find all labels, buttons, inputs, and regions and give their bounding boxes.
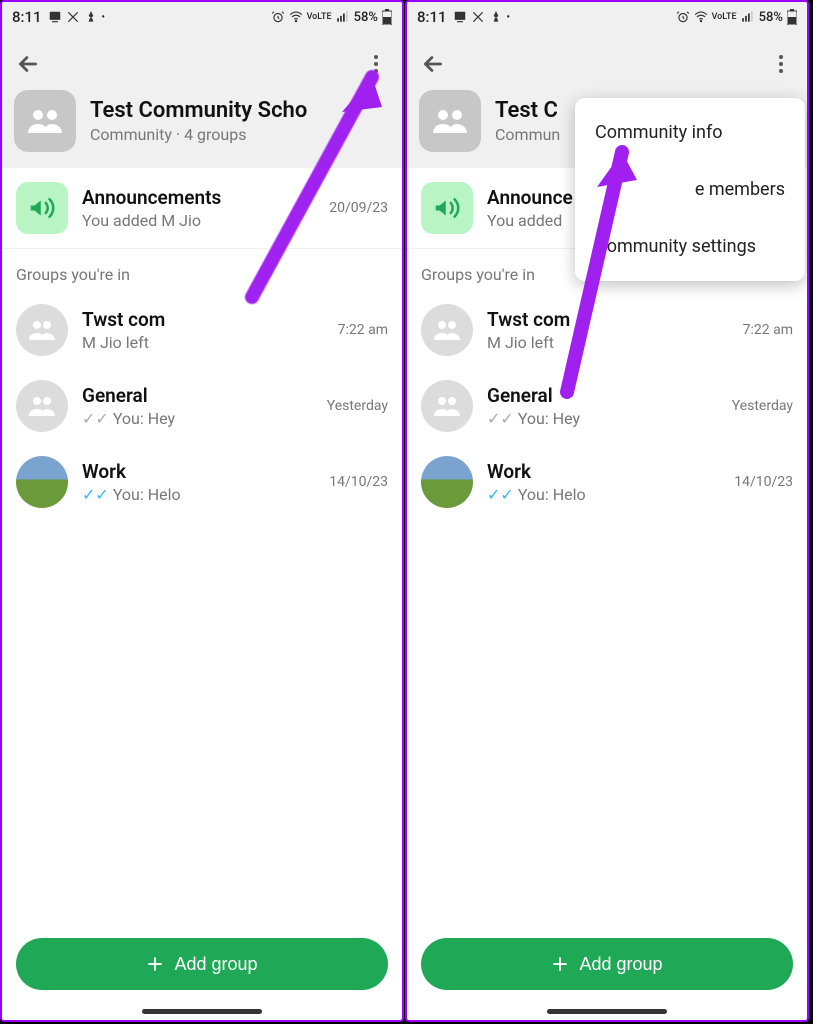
options-dropdown: Community info e members Community setti…: [575, 98, 805, 281]
announcements-row[interactable]: Announcements You added M Jio 20/09/23: [2, 168, 402, 249]
check-gray-icon: ✓✓: [82, 409, 109, 428]
group-name: Work: [487, 460, 734, 483]
home-indicator[interactable]: [142, 1009, 262, 1014]
announcements-date: 20/09/23: [329, 200, 388, 216]
group-sub: M Jio left: [487, 333, 743, 352]
statusbar: 8:11 • VoLTE 58%: [2, 2, 402, 32]
group-name: General: [487, 384, 732, 407]
add-group-button[interactable]: Add group: [16, 938, 388, 990]
group-row-work[interactable]: Work ✓✓You: Helo 14/10/23: [2, 444, 402, 520]
more-options-button[interactable]: [362, 50, 390, 78]
wifi-icon: [289, 10, 303, 24]
menu-invite-members[interactable]: e members: [575, 161, 805, 218]
volte-icon: VoLTE: [307, 13, 332, 22]
group-time: 14/10/23: [329, 474, 388, 490]
group-time: 7:22 am: [743, 322, 793, 338]
group-name: Twst com: [487, 308, 743, 331]
groups-section-header: Groups you're in: [2, 249, 402, 292]
group-row-work[interactable]: Work ✓✓You: Helo 14/10/23: [407, 444, 807, 520]
community-subtitle: Community · 4 groups: [90, 125, 307, 144]
group-row-general[interactable]: General ✓✓You: Hey Yesterday: [2, 368, 402, 444]
group-sub: ✓✓You: Helo: [487, 485, 734, 504]
status-left-icons: •: [453, 10, 511, 24]
group-time: Yesterday: [327, 398, 388, 414]
group-avatar: [421, 380, 473, 432]
group-row-twst[interactable]: Twst com M Jio left 7:22 am: [407, 292, 807, 368]
announcements-subtitle: You added M Jio: [82, 211, 329, 230]
group-row-general[interactable]: General ✓✓You: Hey Yesterday: [407, 368, 807, 444]
battery-icon: [787, 9, 797, 25]
community-header: Test Community Scho Community · 4 groups: [2, 32, 402, 168]
group-avatar-work: [421, 456, 473, 508]
menu-community-settings[interactable]: Community settings: [575, 218, 805, 275]
statusbar: 8:11 • VoLTE 58%: [407, 2, 807, 32]
add-group-button[interactable]: Add group: [421, 938, 793, 990]
check-gray-icon: ✓✓: [487, 409, 514, 428]
alarm-icon: [271, 10, 285, 24]
check-blue-icon: ✓✓: [82, 485, 109, 504]
back-button[interactable]: [14, 50, 42, 78]
announcements-title: Announcements: [82, 186, 329, 209]
status-time: 8:11: [12, 8, 42, 26]
menu-community-info[interactable]: Community info: [575, 104, 805, 161]
signal-icon: [336, 10, 350, 24]
wifi-icon: [694, 10, 708, 24]
group-row-twst[interactable]: Twst com M Jio left 7:22 am: [2, 292, 402, 368]
community-title[interactable]: Test C: [495, 98, 560, 123]
group-avatar: [16, 380, 68, 432]
group-sub: ✓✓You: Hey: [82, 409, 327, 428]
status-left-icons: •: [48, 10, 106, 24]
group-avatar: [421, 304, 473, 356]
group-time: 14/10/23: [734, 474, 793, 490]
signal-icon: [741, 10, 755, 24]
megaphone-icon: [421, 182, 473, 234]
phone-left: 8:11 • VoLTE 58%: [0, 0, 404, 1022]
community-subtitle: Commun: [495, 125, 560, 144]
phone-right: 8:11 • VoLTE 58%: [405, 0, 809, 1022]
group-name: Twst com: [82, 308, 338, 331]
battery-text: 58%: [759, 10, 783, 25]
group-avatar-work: [16, 456, 68, 508]
status-time: 8:11: [417, 8, 447, 26]
community-avatar[interactable]: [14, 90, 76, 152]
group-avatar: [16, 304, 68, 356]
group-sub: ✓✓You: Helo: [82, 485, 329, 504]
community-avatar[interactable]: [419, 90, 481, 152]
group-sub: ✓✓You: Hey: [487, 409, 732, 428]
add-group-label: Add group: [174, 954, 257, 975]
group-name: General: [82, 384, 327, 407]
group-time: 7:22 am: [338, 322, 388, 338]
battery-text: 58%: [354, 10, 378, 25]
group-name: Work: [82, 460, 329, 483]
alarm-icon: [676, 10, 690, 24]
home-indicator[interactable]: [547, 1009, 667, 1014]
volte-icon: VoLTE: [712, 13, 737, 22]
battery-icon: [382, 9, 392, 25]
add-group-label: Add group: [579, 954, 662, 975]
community-title[interactable]: Test Community Scho: [90, 98, 307, 123]
more-options-button[interactable]: [767, 50, 795, 78]
back-button[interactable]: [419, 50, 447, 78]
check-blue-icon: ✓✓: [487, 485, 514, 504]
megaphone-icon: [16, 182, 68, 234]
group-time: Yesterday: [732, 398, 793, 414]
group-sub: M Jio left: [82, 333, 338, 352]
